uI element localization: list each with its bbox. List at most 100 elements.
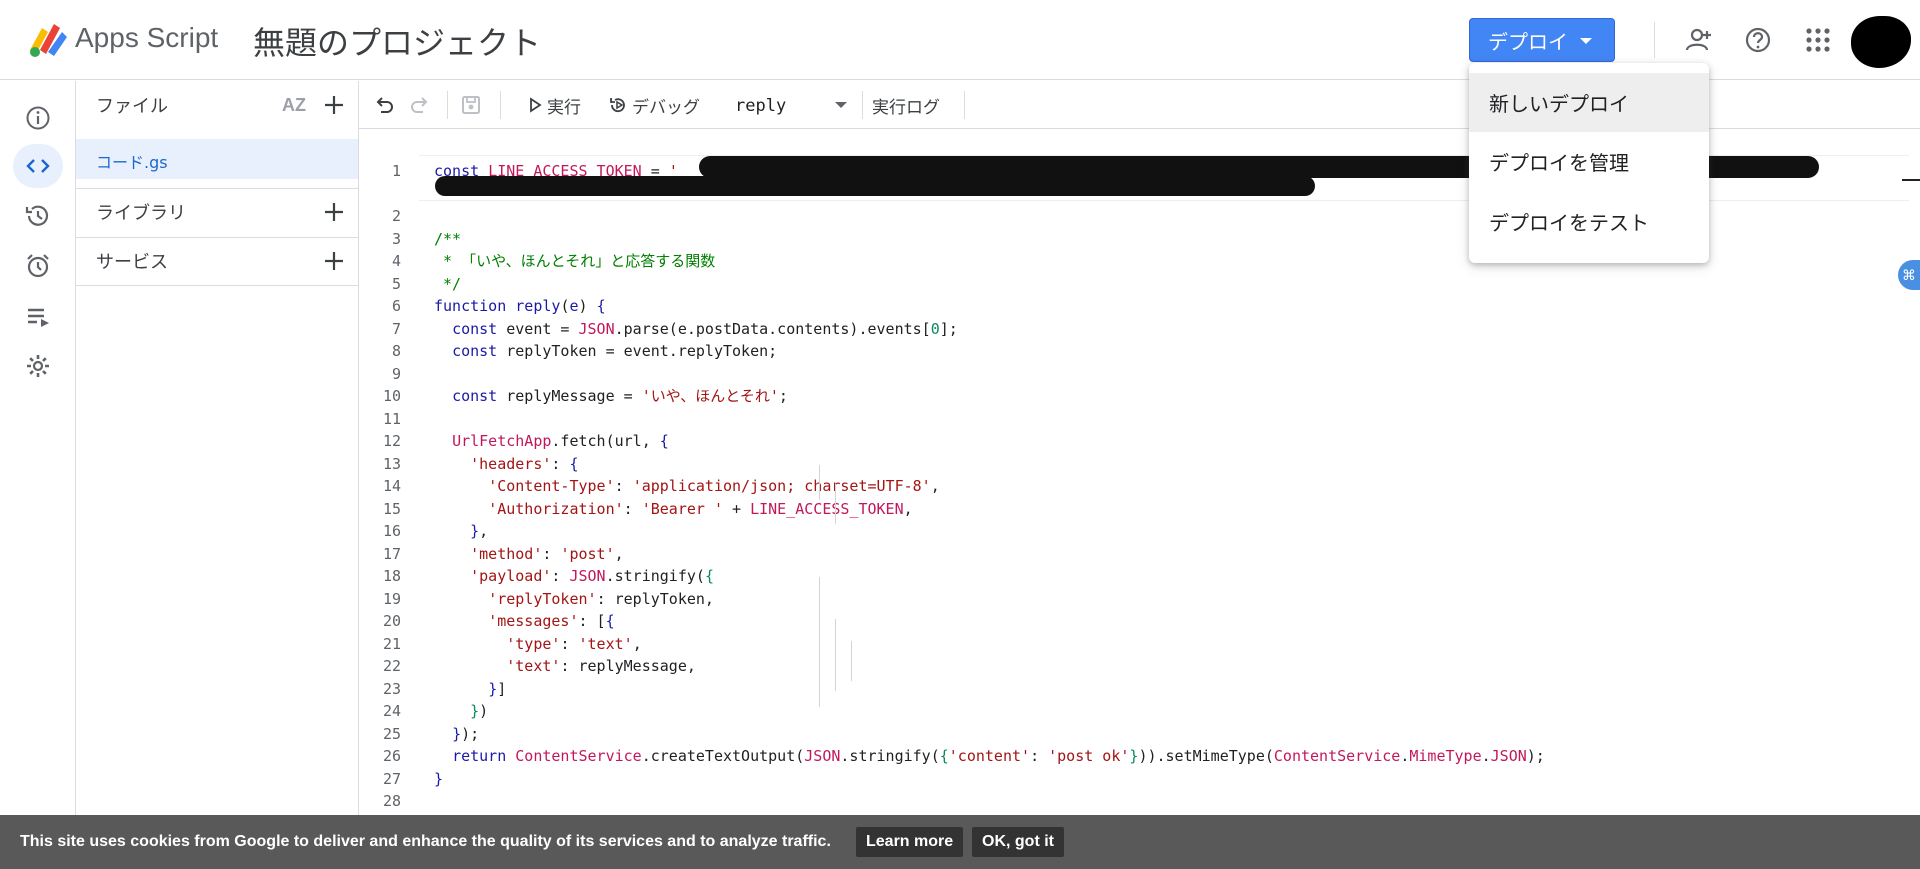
- line-number: 2: [391, 207, 401, 225]
- line-number: 1: [391, 162, 401, 180]
- sort-az-icon[interactable]: AZ: [282, 95, 306, 116]
- code-line: 16 },: [359, 520, 1920, 542]
- services-label: サービス: [96, 252, 168, 273]
- debug-button[interactable]: デバッグ: [608, 81, 700, 129]
- ok-got-it-button[interactable]: OK, got it: [972, 827, 1064, 857]
- add-service-plus-icon[interactable]: [322, 249, 346, 273]
- code-line: 11: [359, 408, 1920, 430]
- run-label: 実行: [547, 97, 581, 118]
- project-title[interactable]: 無題のプロジェクト: [253, 18, 541, 64]
- alarm-icon[interactable]: [13, 244, 63, 288]
- code-line: 17 'method': 'post',: [359, 543, 1920, 565]
- toolbar-divider: [964, 91, 965, 119]
- divider: [76, 285, 358, 286]
- left-rail: [0, 81, 76, 869]
- line-number: 6: [391, 297, 401, 315]
- command-icon[interactable]: ⌘: [1898, 260, 1920, 290]
- code-line: 27}: [359, 768, 1920, 790]
- code-line: 7 const event = JSON.parse(e.postData.co…: [359, 318, 1920, 340]
- code-line: 28: [359, 790, 1920, 812]
- toolbar-divider: [447, 91, 448, 119]
- line-number: 17: [382, 545, 401, 563]
- chevron-down-icon: [835, 102, 847, 108]
- file-name: コード.gs: [96, 153, 168, 172]
- line-number: 12: [382, 432, 401, 450]
- menu-item-test-deployments[interactable]: デプロイをテスト: [1469, 192, 1709, 251]
- code-line: 19 'replyToken': replyToken,: [359, 588, 1920, 610]
- app-name[interactable]: Apps Script: [75, 22, 218, 54]
- execution-log-label: 実行ログ: [872, 97, 940, 118]
- info-icon[interactable]: [13, 96, 63, 140]
- files-header: ファイル AZ: [76, 81, 358, 129]
- add-library-plus-icon[interactable]: [322, 200, 346, 224]
- code-line: 14 'Content-Type': 'application/json; ch…: [359, 475, 1920, 497]
- code-line: 8 const replyToken = event.replyToken;: [359, 340, 1920, 362]
- line-number: 10: [382, 387, 401, 405]
- line-number: 28: [382, 792, 401, 810]
- code-line: 9: [359, 363, 1920, 385]
- file-item-code-gs[interactable]: コード.gs: [76, 139, 358, 179]
- code-line: 20 'messages': [{: [359, 610, 1920, 632]
- debug-icon: [610, 98, 625, 113]
- line-number: 24: [382, 702, 401, 720]
- play-icon: [530, 97, 542, 113]
- libraries-label: ライブラリ: [96, 203, 186, 224]
- apps-grid-icon[interactable]: [1802, 24, 1834, 56]
- apps-script-logo-icon[interactable]: [26, 20, 68, 58]
- help-icon[interactable]: [1742, 24, 1774, 56]
- code-line: 24 }): [359, 700, 1920, 722]
- redacted-token: [449, 184, 989, 196]
- code-line: 6 function reply(e) {: [359, 295, 1920, 317]
- line-number: 7: [391, 320, 401, 338]
- learn-more-button[interactable]: Learn more: [856, 827, 964, 857]
- deploy-menu: 新しいデプロイ デプロイを管理 デプロイをテスト: [1469, 63, 1709, 263]
- redo-icon[interactable]: [409, 81, 431, 129]
- function-select-value: reply: [735, 96, 787, 116]
- settings-icon[interactable]: [13, 344, 63, 388]
- line-number: 16: [382, 522, 401, 540]
- line-number: 27: [382, 770, 401, 788]
- code-line: 13 'headers': {: [359, 453, 1920, 475]
- indent-guide: [835, 619, 836, 691]
- cookie-text: This site uses cookies from Google to de…: [20, 833, 831, 850]
- share-person-add-icon[interactable]: [1683, 24, 1715, 56]
- avatar[interactable]: [1851, 16, 1911, 68]
- line-number: 13: [382, 455, 401, 473]
- execution-log-button[interactable]: 実行ログ: [872, 81, 940, 129]
- code-icon[interactable]: [13, 144, 63, 188]
- line-number: 5: [391, 275, 401, 293]
- line-number: 22: [382, 657, 401, 675]
- menu-item-manage-deployments[interactable]: デプロイを管理: [1469, 132, 1709, 191]
- cookie-banner: This site uses cookies from Google to de…: [0, 815, 1920, 869]
- deploy-button[interactable]: デプロイ: [1469, 18, 1615, 62]
- line-number: 23: [382, 680, 401, 698]
- function-select[interactable]: reply: [727, 89, 847, 121]
- indent-guide: [851, 641, 852, 681]
- services-row: サービス: [76, 237, 358, 285]
- toolbar-divider: [862, 91, 863, 119]
- files-section-label: ファイル: [96, 96, 168, 117]
- libraries-row: ライブラリ: [76, 188, 358, 236]
- line-number: 11: [382, 410, 401, 428]
- files-panel: ファイル AZ コード.gs ライブラリ サービス: [76, 81, 359, 869]
- menu-item-new-deployment[interactable]: 新しいデプロイ: [1469, 73, 1709, 132]
- chevron-down-icon: [1580, 38, 1592, 44]
- indent-guide: [835, 484, 836, 524]
- line-number: 8: [391, 342, 401, 360]
- undo-icon[interactable]: [373, 81, 395, 129]
- code-line: 26 return ContentService.createTextOutpu…: [359, 745, 1920, 767]
- deploy-button-label: デプロイ: [1488, 29, 1568, 54]
- save-icon[interactable]: [460, 81, 482, 129]
- run-button[interactable]: 実行: [527, 81, 581, 129]
- history-icon[interactable]: [13, 194, 63, 238]
- line-number: 18: [382, 567, 401, 585]
- code-line: 12 UrlFetchApp.fetch(url, {: [359, 430, 1920, 452]
- line-number: 4: [391, 252, 401, 270]
- code-line: 15 'Authorization': 'Bearer ' + LINE_ACC…: [359, 498, 1920, 520]
- code-line: 5 */: [359, 273, 1920, 295]
- run-list-icon[interactable]: [13, 294, 63, 338]
- indent-guide: [819, 465, 820, 500]
- line-number: 3: [391, 230, 401, 248]
- line-number: 20: [382, 612, 401, 630]
- add-file-plus-icon[interactable]: [322, 93, 346, 117]
